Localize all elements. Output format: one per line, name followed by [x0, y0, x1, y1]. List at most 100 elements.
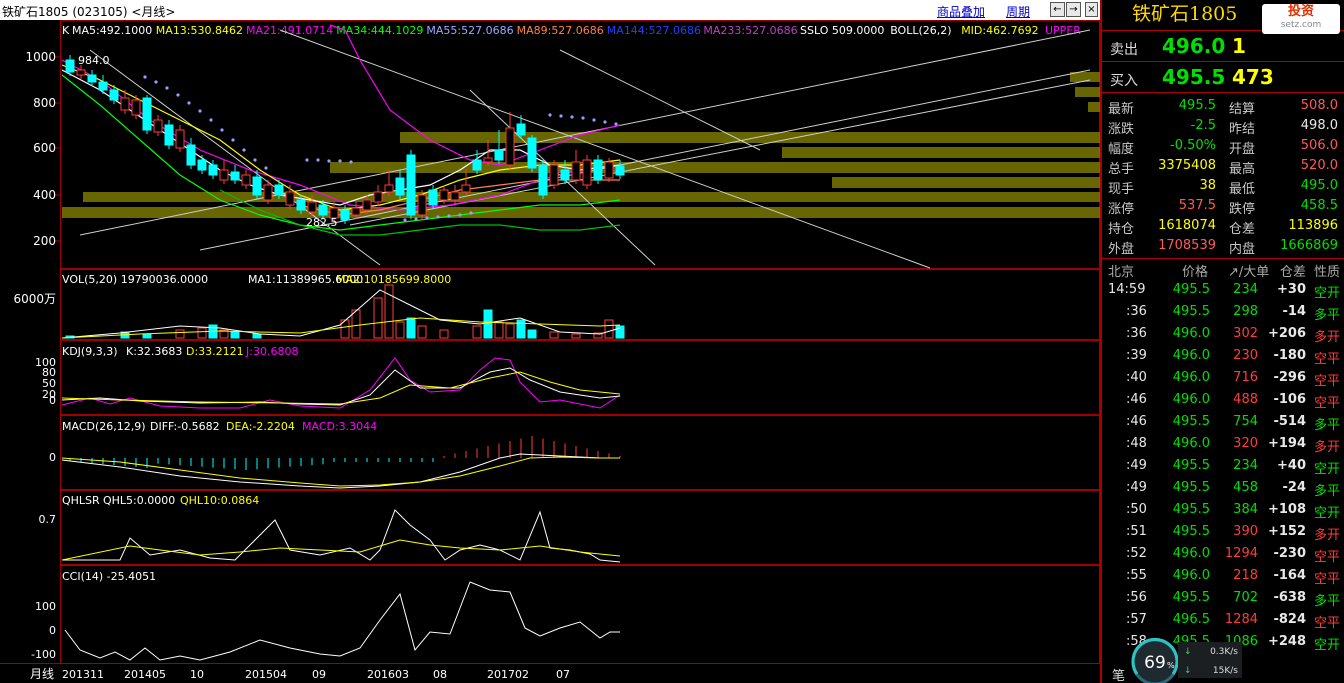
tick-price: 496.0: [1172, 392, 1210, 407]
candle-body: [571, 161, 581, 181]
y-tick-800: 800: [33, 96, 56, 110]
volume-bar: [527, 329, 537, 339]
candle-body: [263, 184, 273, 201]
x-label-2: 10: [190, 668, 204, 681]
tick-row[interactable]: :46 496.0 488 -106 空平: [1102, 389, 1344, 411]
footer-tab[interactable]: 笔: [1112, 665, 1125, 683]
bid-label: 买入: [1110, 73, 1138, 89]
tick-oi-change: -230: [1273, 546, 1306, 561]
stat-value: 506.0: [1300, 138, 1338, 153]
tick-price: 495.5: [1172, 304, 1210, 319]
tick-row[interactable]: 14:59 495.5 234 +30 空开: [1102, 279, 1344, 301]
candle-body: [76, 69, 86, 76]
tick-price: 496.0: [1172, 370, 1210, 385]
volume-bar: [175, 329, 185, 339]
volume-bar: [505, 323, 515, 339]
x-label-0: 201311: [62, 668, 104, 681]
tick-oi-change: -514: [1273, 414, 1306, 429]
scroll-right-button[interactable]: →: [1066, 2, 1081, 17]
tick-volume: 230: [1233, 348, 1258, 363]
tick-row[interactable]: :56 495.5 702 -638 多平: [1102, 587, 1344, 609]
candle-body: [230, 171, 240, 181]
commodity-overlay-link[interactable]: 商品叠加: [937, 3, 985, 20]
vol-label: VOL(5,20) 19790036.0000: [62, 273, 208, 286]
tick-time: :36: [1126, 326, 1147, 341]
candle-body: [285, 191, 295, 206]
tick-row[interactable]: :48 496.0 320 +194 多开: [1102, 433, 1344, 455]
network-speed-widget[interactable]: 69 % ↓ 0.3K/s ↓ 15K/s: [1130, 636, 1250, 683]
close-button[interactable]: ×: [1085, 2, 1098, 17]
volume-bar: [549, 331, 559, 339]
tick-time: :46: [1126, 414, 1147, 429]
volume-bar: [417, 325, 427, 339]
volume-bar: [615, 325, 625, 339]
tick-row[interactable]: :49 495.5 234 +40 空开: [1102, 455, 1344, 477]
tick-oi-change: +152: [1267, 524, 1306, 539]
tick-type: 多开: [1314, 330, 1341, 345]
tick-type: 空平: [1314, 352, 1341, 367]
tick-row[interactable]: :36 495.5 298 -14 多平: [1102, 301, 1344, 323]
ask-price: 496.0: [1162, 34, 1226, 58]
tick-row[interactable]: :36 496.0 302 +206 多开: [1102, 323, 1344, 345]
y-tick-1000: 1000: [25, 50, 56, 64]
tick-price: 496.0: [1172, 348, 1210, 363]
window-title: 铁矿石1805 (023105) <月线>: [2, 5, 176, 19]
candle-body: [186, 144, 196, 166]
stat-value: 495.0: [1300, 178, 1338, 193]
stat-value: 537.5: [1178, 198, 1216, 213]
tick-volume: 234: [1233, 458, 1258, 473]
candle-body: [87, 74, 97, 83]
volume-bar: [472, 325, 482, 339]
volume-bar: [197, 327, 207, 339]
candle-body: [461, 184, 471, 193]
tick-oi-change: +40: [1277, 458, 1306, 473]
tick-oi-change: -638: [1273, 590, 1306, 605]
candle-body: [615, 165, 625, 176]
tick-row[interactable]: :51 495.5 390 +152 多开: [1102, 521, 1344, 543]
tick-row[interactable]: :50 495.5 384 +108 空开: [1102, 499, 1344, 521]
svg-text:↓: ↓: [1184, 666, 1192, 676]
tick-type: 空平: [1314, 374, 1341, 389]
tick-type: 空开: [1314, 506, 1341, 521]
candle-body: [98, 81, 108, 91]
stat-value: 508.0: [1300, 98, 1338, 113]
candle-body: [307, 201, 317, 213]
stats-row: 最新 495.5 结算 508.0: [1102, 96, 1344, 117]
chart-area[interactable]: K MA5:492.1000 MA13:530.8462 MA21:491.0714…: [0, 20, 1100, 683]
candle-body: [153, 119, 163, 133]
x-label-8: 07: [556, 668, 570, 681]
tick-row[interactable]: :49 495.5 458 -24 多平: [1102, 477, 1344, 499]
tick-row[interactable]: :55 496.0 218 -164 空平: [1102, 565, 1344, 587]
vol-y-tick: 6000万: [13, 292, 56, 306]
low-label: 282.5: [306, 216, 338, 229]
ticks-list[interactable]: 14:59 495.5 234 +30 空开:36 495.5 298 -14 多平:36 496…: [1102, 279, 1344, 653]
indicator-ma55: MA55:527.0686: [426, 24, 513, 37]
tick-row[interactable]: :39 496.0 230 -180 空平: [1102, 345, 1344, 367]
tick-row[interactable]: :57 496.5 1284 -824 空平: [1102, 609, 1344, 631]
candle-body: [109, 89, 119, 101]
candle-body: [252, 176, 262, 196]
tick-row[interactable]: :52 496.0 1294 -230 空平: [1102, 543, 1344, 565]
candle-body: [483, 157, 493, 163]
stat-label: 涨跌: [1108, 122, 1135, 137]
volume-bar: [373, 297, 383, 339]
candle-body: [340, 209, 350, 221]
tick-oi-change: -164: [1273, 568, 1306, 583]
tick-oi-change: +248: [1267, 634, 1306, 649]
tick-time: :55: [1126, 568, 1147, 583]
tick-time: :49: [1126, 458, 1147, 473]
high-label: 984.0: [78, 54, 110, 67]
stats-table: 最新 495.5 结算 508.0 涨跌 -2.5 昨结 498.0 幅度 -0.50% 开盘 506…: [1102, 93, 1344, 257]
stats-row: 持仓 1618074 仓差 113896: [1102, 216, 1344, 237]
tick-price: 496.0: [1172, 436, 1210, 451]
stat-label: 现手: [1108, 182, 1135, 197]
scroll-left-button[interactable]: ←: [1050, 2, 1065, 17]
ticks-col-type: 性质: [1314, 265, 1341, 280]
chart-canvas: K MA5:492.1000 MA13:530.8462 MA21:491.0714…: [0, 20, 1100, 681]
period-link[interactable]: 周期: [1006, 3, 1030, 20]
candle-body: [65, 59, 75, 73]
tick-row[interactable]: :46 495.5 754 -514 多平: [1102, 411, 1344, 433]
indicator-ma144: MA144:527.0686: [607, 24, 701, 37]
stat-value: 495.5: [1178, 98, 1216, 113]
tick-row[interactable]: :40 496.0 716 -296 空平: [1102, 367, 1344, 389]
